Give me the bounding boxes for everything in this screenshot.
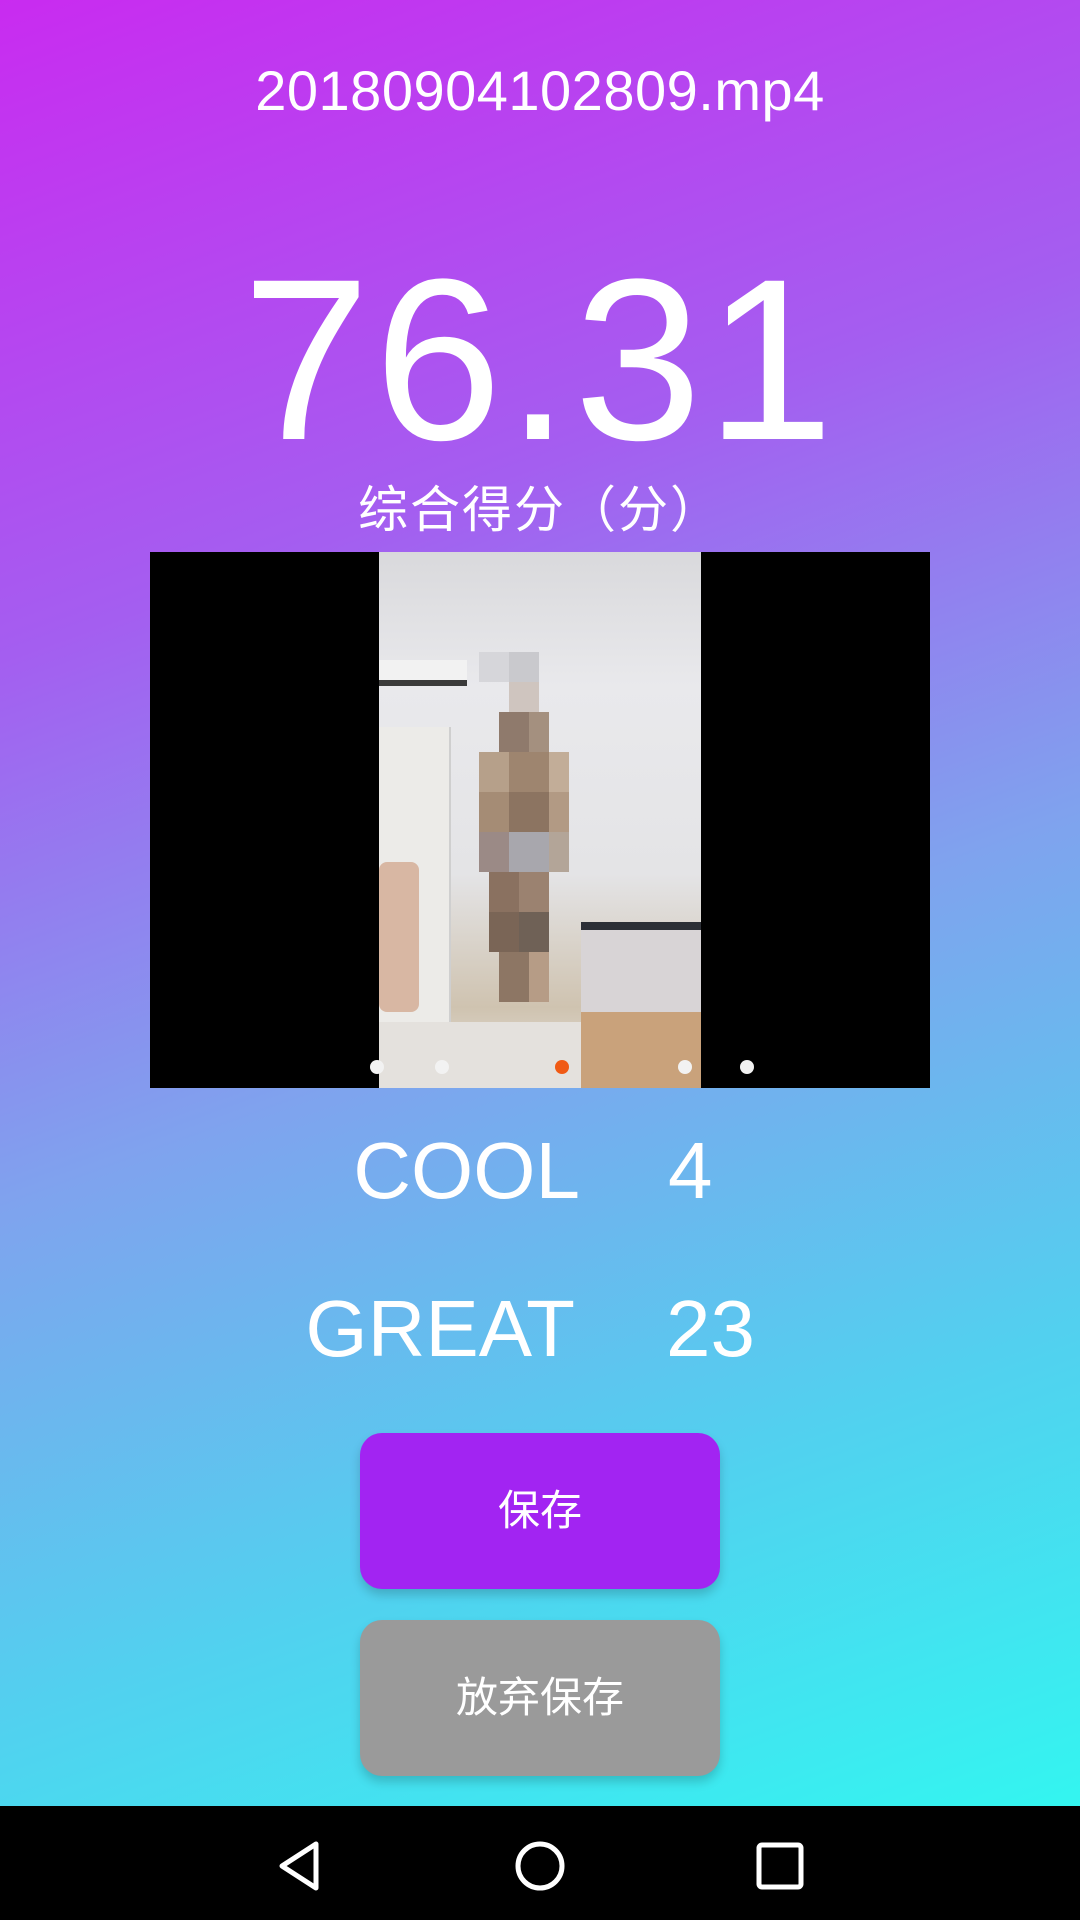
chair <box>379 862 419 1012</box>
video-filename: 20180904102809.mp4 <box>255 59 825 122</box>
stat-name: COOL <box>353 1126 580 1215</box>
overall-score-label: 综合得分（分） <box>358 481 722 539</box>
stat-row-great: GREAT 23 <box>0 1283 1080 1373</box>
pixelated-person <box>469 652 589 1052</box>
indicator-dot[interactable] <box>435 1060 449 1074</box>
bed <box>581 922 701 1020</box>
indicator-dot[interactable] <box>740 1060 754 1074</box>
home-circle-icon[interactable] <box>512 1838 568 1894</box>
back-triangle-icon[interactable] <box>272 1838 328 1894</box>
system-navigation-bar <box>0 1806 1080 1920</box>
overall-score-value: 76.31 <box>242 231 838 488</box>
video-preview[interactable] <box>150 552 930 1088</box>
stat-value: 4 <box>668 1126 713 1215</box>
video-frame <box>379 552 701 1088</box>
stat-value: 23 <box>666 1284 755 1373</box>
save-button[interactable]: 保存 <box>360 1433 720 1589</box>
stat-row-cool: COOL 4 <box>0 1125 1080 1215</box>
result-screen: 20180904102809.mp4 76.31 综合得分（分） COOL 4 … <box>0 0 1080 1920</box>
video-page-indicator <box>150 1060 930 1080</box>
discard-save-button[interactable]: 放弃保存 <box>360 1620 720 1776</box>
indicator-dot[interactable] <box>370 1060 384 1074</box>
indicator-dot-active[interactable] <box>555 1060 569 1074</box>
air-conditioner <box>379 660 467 686</box>
recents-square-icon[interactable] <box>752 1838 808 1894</box>
stat-name: GREAT <box>305 1284 575 1373</box>
indicator-dot[interactable] <box>678 1060 692 1074</box>
